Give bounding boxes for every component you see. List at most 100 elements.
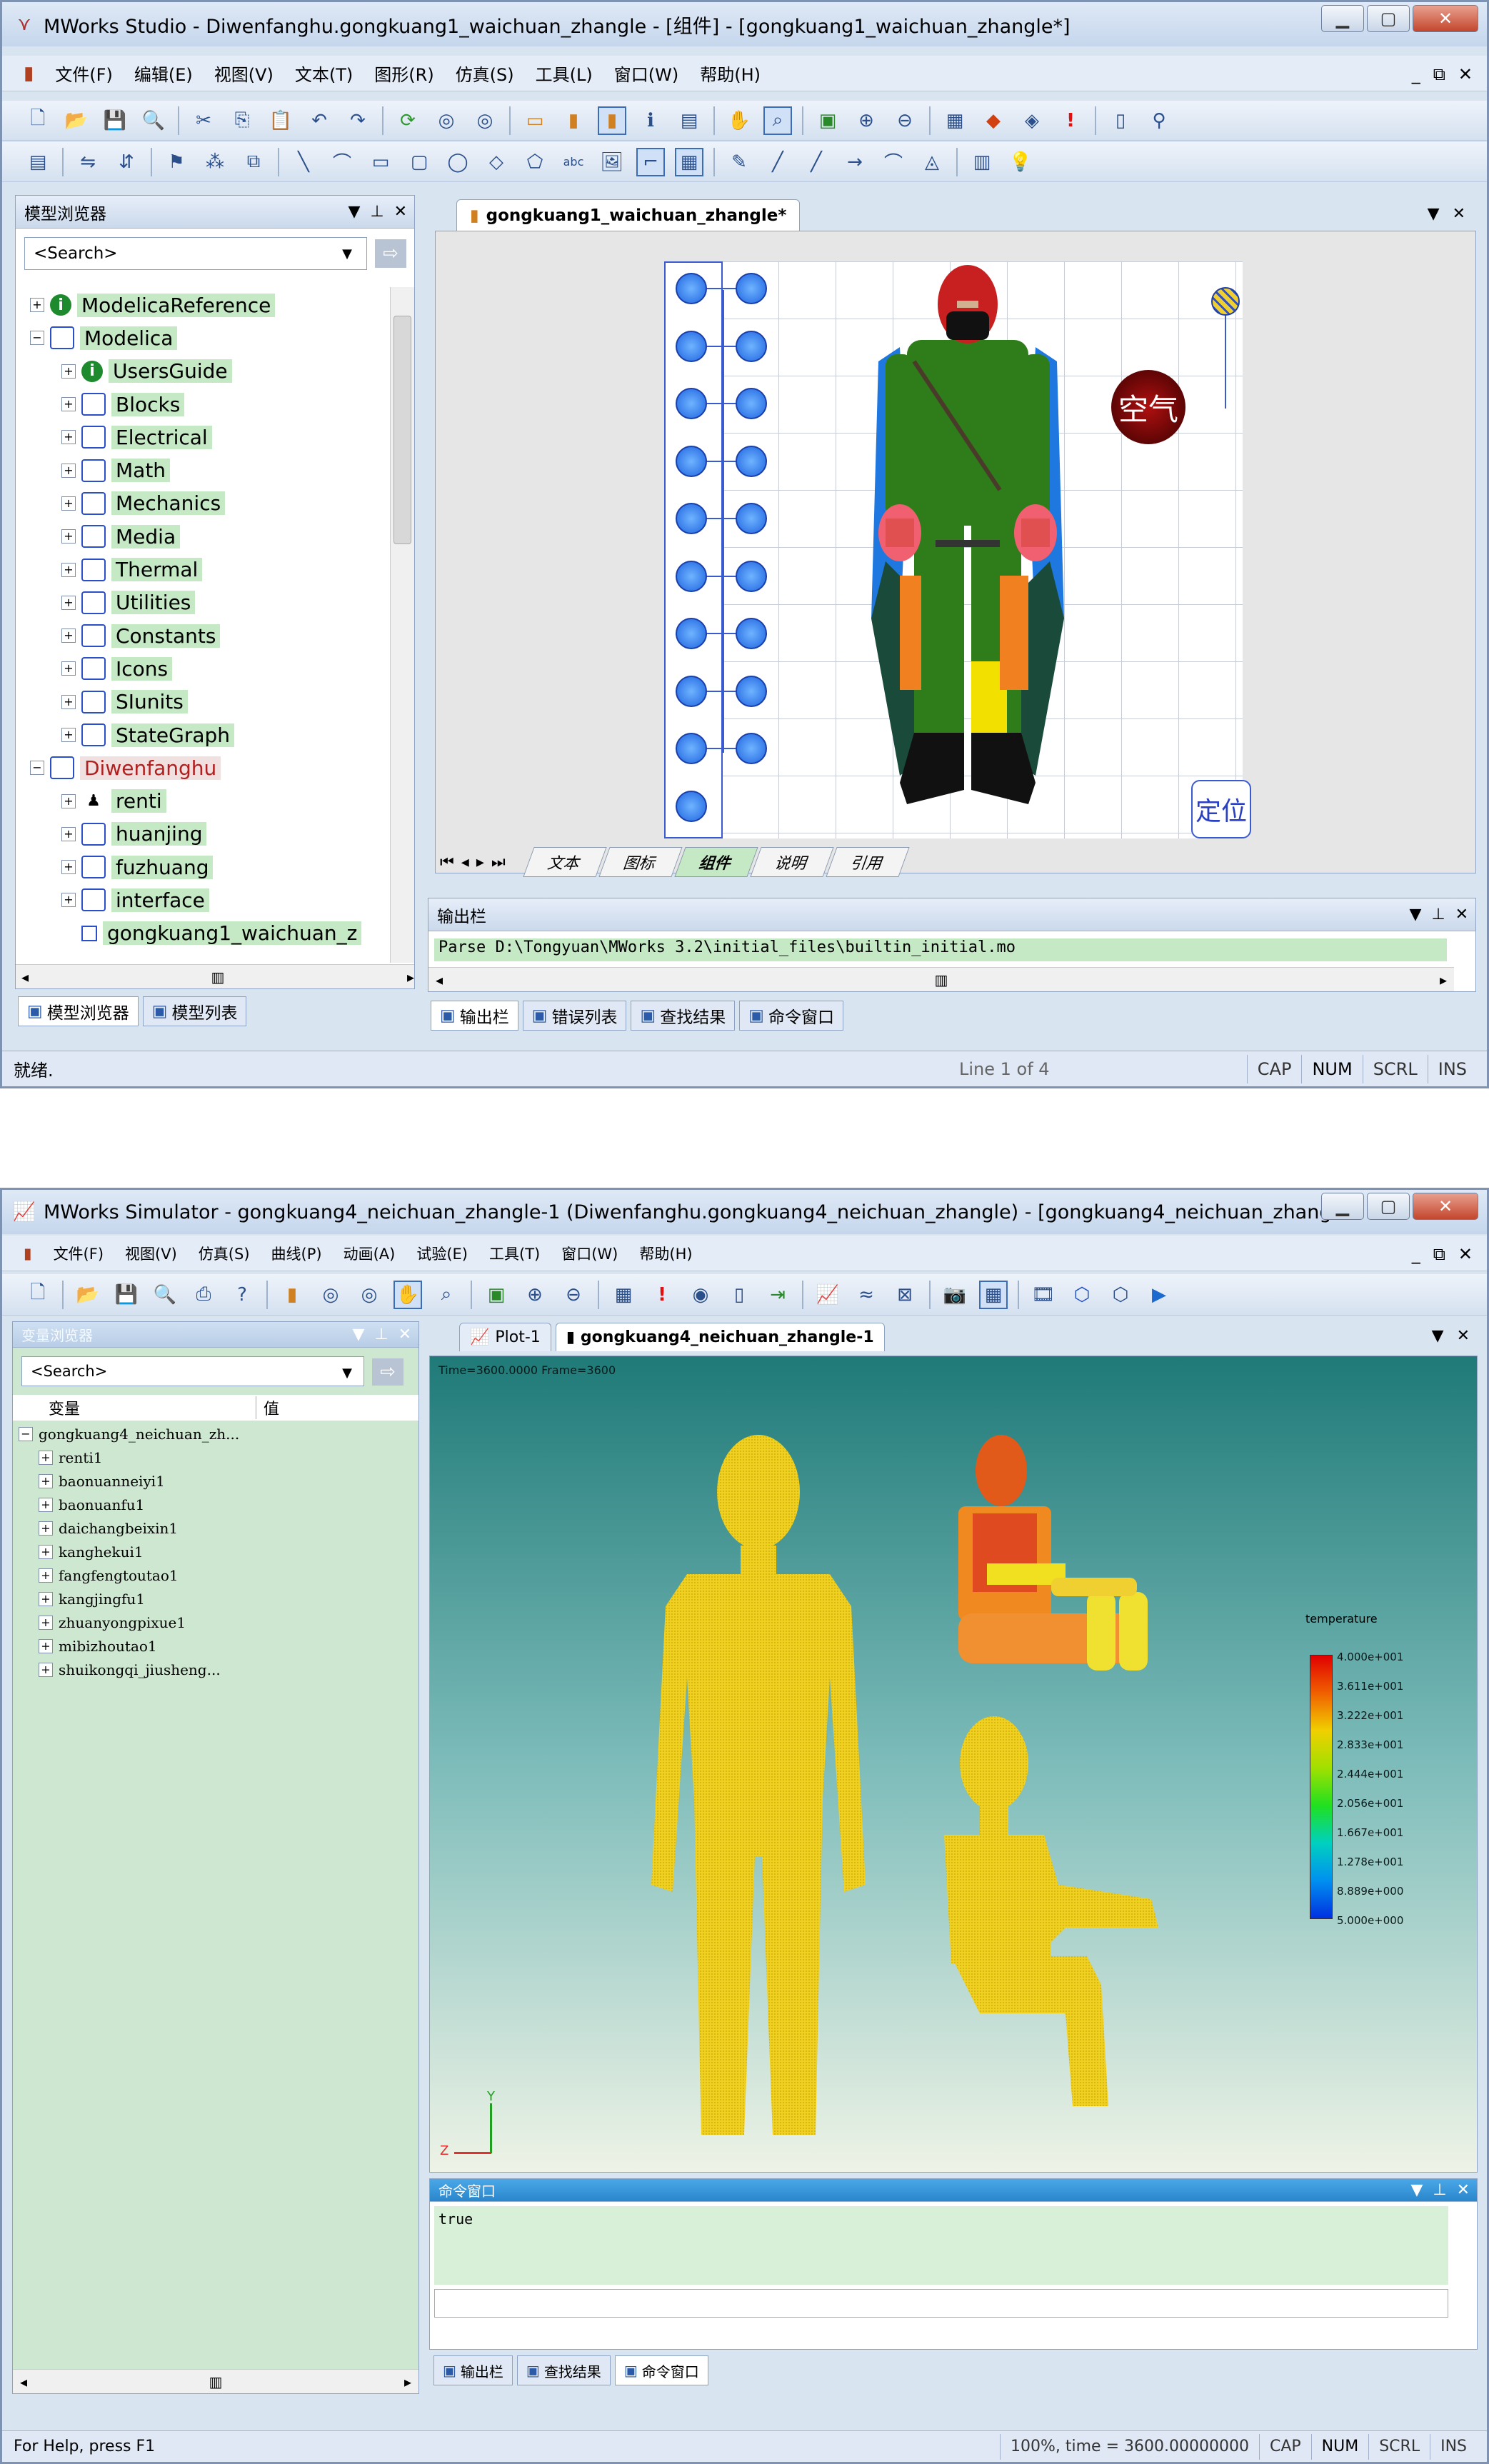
icon-view-icon[interactable]: ▮ bbox=[559, 106, 588, 135]
expand-toggle-icon[interactable]: − bbox=[30, 761, 44, 776]
print-icon[interactable]: ⎙ bbox=[189, 1281, 218, 1309]
open-folder-icon[interactable]: 📂 bbox=[74, 1281, 102, 1309]
help-pointer-icon[interactable]: ? bbox=[228, 1281, 256, 1309]
cut-icon[interactable]: ✂ bbox=[189, 106, 218, 135]
variable-item[interactable]: + kanghekui1 bbox=[19, 1540, 239, 1563]
tree-item-gongkuang1_waichuan_z[interactable]: gongkuang1_waichuan_z bbox=[23, 917, 386, 950]
zoom-in-icon[interactable]: ⊕ bbox=[521, 1281, 549, 1309]
expand-toggle-icon[interactable]: + bbox=[39, 1591, 53, 1606]
pin-icon[interactable]: ⊥ bbox=[374, 1326, 388, 1343]
tree-item-interface[interactable]: + interface bbox=[23, 883, 386, 916]
cube-view-2-icon[interactable]: ⬡ bbox=[1106, 1281, 1135, 1309]
translate-icon[interactable]: ◆ bbox=[979, 106, 1008, 135]
connector-port-right-8[interactable] bbox=[736, 733, 767, 764]
document-menu-icon[interactable]: ▮ bbox=[24, 1245, 32, 1262]
variable-item[interactable]: + shuikongqi_jiusheng... bbox=[19, 1658, 239, 1681]
tab-nav-arrows[interactable]: ⏮◂▸⏭ bbox=[440, 853, 526, 871]
paste-icon[interactable]: 📋 bbox=[266, 106, 295, 135]
search-dropdown-icon[interactable]: ▼ bbox=[336, 238, 358, 269]
expand-toggle-icon[interactable]: + bbox=[39, 1497, 53, 1512]
dropdown-arrow-icon[interactable]: ▼ bbox=[1409, 906, 1421, 923]
connector-port-right-1[interactable] bbox=[736, 330, 767, 362]
simulator-titlebar[interactable]: 📈 MWorks Simulator - gongkuang4_neichuan… bbox=[2, 1190, 1487, 1234]
pan-hand-icon[interactable]: ✋ bbox=[393, 1280, 422, 1309]
expand-toggle-icon[interactable]: + bbox=[61, 496, 76, 511]
menu-item-4[interactable]: 图形(R) bbox=[374, 61, 433, 86]
variable-item[interactable]: + kangjingfu1 bbox=[19, 1587, 239, 1611]
menu-item-8[interactable]: 帮助(H) bbox=[639, 1243, 692, 1264]
connector-port-right-6[interactable] bbox=[736, 618, 767, 649]
tree-item-Icons[interactable]: + Icons bbox=[23, 652, 386, 685]
tree-item-renti[interactable]: + ♟ renti bbox=[23, 784, 386, 817]
connector-port-left-3[interactable] bbox=[676, 445, 707, 477]
bottom-tab-2[interactable]: ▣ 命令窗口 bbox=[614, 2355, 708, 2385]
variable-item[interactable]: + mibizhoutao1 bbox=[19, 1634, 239, 1658]
diagram-canvas[interactable]: 空气 定位 bbox=[664, 261, 1251, 838]
bottom-tab-3[interactable]: ▣ 命令窗口 bbox=[739, 1001, 843, 1031]
connector-port-left-5[interactable] bbox=[676, 560, 707, 592]
new-sim-icon[interactable]: 🗋 bbox=[24, 1281, 52, 1309]
tree-item-huanjing[interactable]: + huanjing bbox=[23, 818, 386, 851]
expand-toggle-icon[interactable]: + bbox=[39, 1662, 53, 1677]
close-icon[interactable]: ✕ bbox=[394, 203, 407, 221]
connector-port-left-4[interactable] bbox=[676, 503, 707, 534]
diamond-icon[interactable]: ◇ bbox=[482, 148, 511, 176]
mdi-close-button[interactable]: ✕ bbox=[1458, 1244, 1473, 1264]
find-icon[interactable]: 🔍 bbox=[139, 106, 168, 135]
search-go-icon[interactable]: ⇨ bbox=[372, 1358, 403, 1386]
tree-item-Math[interactable]: + Math bbox=[23, 454, 386, 486]
curve-icon[interactable]: ⌒ bbox=[879, 148, 908, 176]
expand-toggle-icon[interactable]: + bbox=[61, 860, 76, 875]
zoom-out-icon[interactable]: ⊖ bbox=[891, 106, 919, 135]
tree-item-SIunits[interactable]: + SIunits bbox=[23, 686, 386, 718]
distribute-icon[interactable]: ⁂ bbox=[201, 148, 229, 176]
expand-toggle-icon[interactable]: + bbox=[61, 529, 76, 544]
new-plot-icon[interactable]: 📈 bbox=[813, 1281, 842, 1309]
compile-icon[interactable]: ◈ bbox=[1018, 106, 1046, 135]
bottom-tab-1[interactable]: ▣ 模型列表 bbox=[142, 996, 247, 1026]
bottom-tab-1[interactable]: ▣ 错误列表 bbox=[522, 1001, 627, 1031]
doc-tab[interactable]: ▮ gongkuang1_waichuan_zhangle* bbox=[456, 199, 801, 231]
variable-item[interactable]: + daichangbeixin1 bbox=[19, 1516, 239, 1540]
connector-port-left-2[interactable] bbox=[676, 388, 707, 419]
setup-icon[interactable]: ▦ bbox=[609, 1281, 638, 1309]
refresh-icon[interactable]: ⟳ bbox=[393, 106, 422, 135]
expand-toggle-icon[interactable]: + bbox=[61, 793, 76, 808]
play-icon[interactable]: ▶ bbox=[1145, 1281, 1173, 1309]
fit-view-icon[interactable]: ▣ bbox=[482, 1281, 511, 1309]
tree-vscroll[interactable] bbox=[390, 287, 414, 963]
expand-toggle-icon[interactable]: + bbox=[39, 1473, 53, 1488]
close-button[interactable]: ✕ bbox=[1413, 5, 1478, 32]
expand-toggle-icon[interactable]: + bbox=[39, 1450, 53, 1465]
expand-toggle-icon[interactable]: + bbox=[30, 298, 44, 313]
connector-port-left-9[interactable] bbox=[676, 790, 707, 822]
menu-item-7[interactable]: 窗口(W) bbox=[614, 61, 678, 86]
connector-port-left-1[interactable] bbox=[676, 330, 707, 362]
variable-item[interactable]: + renti1 bbox=[19, 1446, 239, 1469]
variable-root[interactable]: − gongkuang4_neichuan_zh... bbox=[19, 1422, 239, 1446]
rectangle-icon[interactable]: ▭ bbox=[366, 148, 395, 176]
command-input[interactable] bbox=[434, 2289, 1448, 2318]
animation-view[interactable]: Time=3600.0000 Frame=3600 temperature 4.… bbox=[429, 1356, 1478, 2173]
flip-h-icon[interactable]: ⇋ bbox=[74, 148, 102, 176]
redo-icon[interactable]: ↷ bbox=[344, 106, 372, 135]
text-view-icon[interactable]: ▭ bbox=[521, 106, 549, 135]
panel-icon[interactable]: ▯ bbox=[725, 1281, 753, 1309]
menu-item-0[interactable]: 文件(F) bbox=[54, 1243, 104, 1264]
connector-port-left-6[interactable] bbox=[676, 618, 707, 649]
connector-port-right-7[interactable] bbox=[736, 675, 767, 707]
mdi-close-button[interactable]: ✕ bbox=[1458, 64, 1473, 84]
simulate-icon[interactable]: ! bbox=[1056, 106, 1085, 135]
mdi-restore-button[interactable]: ⧉ bbox=[1433, 64, 1445, 84]
info-view-icon[interactable]: ℹ bbox=[636, 106, 665, 135]
save-icon[interactable]: 💾 bbox=[101, 106, 129, 135]
menu-item-0[interactable]: 文件(F) bbox=[55, 61, 113, 86]
pan-hand-icon[interactable]: ✋ bbox=[725, 106, 753, 135]
menu-item-2[interactable]: 视图(V) bbox=[214, 61, 274, 86]
expand-toggle-icon[interactable]: + bbox=[61, 728, 76, 742]
rounded-rect-icon[interactable]: ▢ bbox=[405, 148, 433, 176]
pin-icon[interactable]: ⊥ bbox=[1431, 906, 1445, 923]
expand-toggle-icon[interactable]: + bbox=[61, 893, 76, 908]
text-tool-icon[interactable]: abc bbox=[559, 148, 588, 176]
document-menu-icon[interactable]: ▮ bbox=[24, 63, 34, 84]
